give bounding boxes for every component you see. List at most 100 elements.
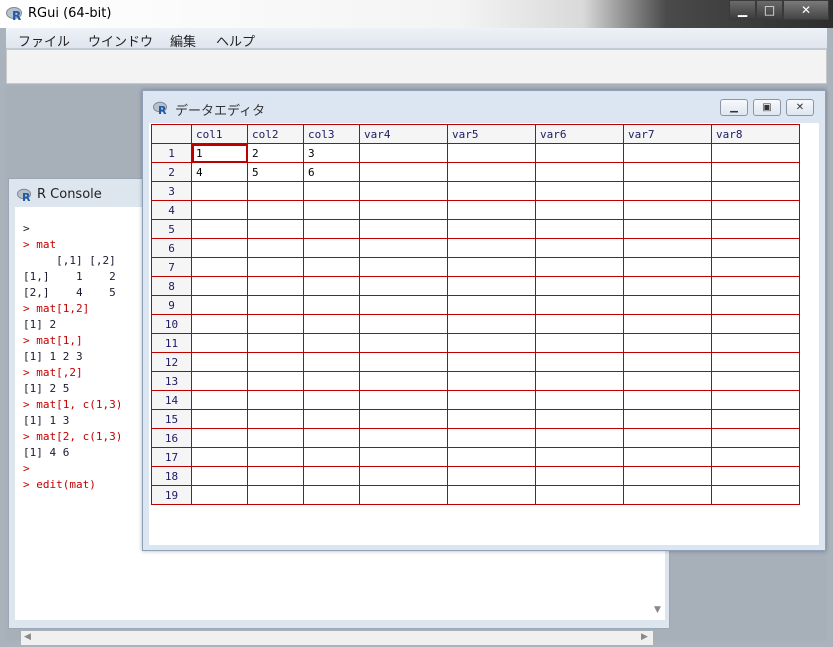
column-header[interactable]: var4 [359, 124, 448, 144]
grid-cell[interactable] [623, 219, 712, 239]
grid-cell[interactable] [191, 200, 248, 220]
row-number[interactable]: 1 [151, 143, 192, 163]
grid-cell[interactable] [359, 428, 448, 448]
grid-cell[interactable] [303, 409, 360, 429]
grid-cell[interactable] [447, 276, 536, 296]
column-header[interactable]: var7 [623, 124, 712, 144]
grid-cell[interactable] [247, 333, 304, 353]
grid-cell[interactable] [191, 409, 248, 429]
grid-cell[interactable] [247, 200, 304, 220]
grid-cell[interactable] [711, 409, 800, 429]
grid-cell[interactable] [535, 257, 624, 277]
grid-cell[interactable] [247, 371, 304, 391]
grid-cell[interactable] [711, 295, 800, 315]
column-header[interactable]: col1 [191, 124, 248, 144]
grid-cell[interactable] [447, 390, 536, 410]
grid-cell[interactable] [191, 295, 248, 315]
grid-cell[interactable] [447, 257, 536, 277]
grid-cell[interactable] [447, 295, 536, 315]
row-number[interactable]: 10 [151, 314, 192, 334]
row-number[interactable]: 4 [151, 200, 192, 220]
grid-cell[interactable] [247, 257, 304, 277]
menu-help[interactable]: ヘルプ [216, 31, 255, 50]
grid-cell[interactable]: 5 [247, 162, 304, 182]
grid-cell[interactable] [191, 181, 248, 201]
grid-cell[interactable] [623, 295, 712, 315]
grid-cell[interactable]: 3 [303, 143, 360, 163]
grid-cell[interactable] [447, 314, 536, 334]
grid-cell[interactable] [247, 466, 304, 486]
grid-cell[interactable] [303, 447, 360, 467]
grid-cell[interactable] [535, 238, 624, 258]
grid-cell[interactable] [359, 295, 448, 315]
grid-cell[interactable]: 2 [247, 143, 304, 163]
grid-cell[interactable] [535, 314, 624, 334]
grid-cell[interactable] [535, 371, 624, 391]
grid-cell[interactable] [247, 428, 304, 448]
grid-cell[interactable] [359, 276, 448, 296]
grid-cell[interactable] [623, 200, 712, 220]
grid-cell[interactable] [711, 162, 800, 182]
grid-cell[interactable] [191, 257, 248, 277]
grid-cell[interactable] [303, 219, 360, 239]
grid-cell[interactable] [359, 162, 448, 182]
grid-cell[interactable] [447, 162, 536, 182]
row-number[interactable]: 5 [151, 219, 192, 239]
grid-cell[interactable] [623, 352, 712, 372]
row-number[interactable]: 7 [151, 257, 192, 277]
menu-file[interactable]: ファイル [18, 31, 70, 50]
grid-cell[interactable] [623, 143, 712, 163]
grid-cell[interactable] [303, 333, 360, 353]
editor-restore-button[interactable]: ▣ [753, 99, 781, 116]
grid-cell[interactable] [359, 447, 448, 467]
grid-cell[interactable] [359, 371, 448, 391]
grid-cell[interactable] [191, 371, 248, 391]
scroll-down-icon[interactable]: ▼ [654, 605, 661, 615]
grid-cell[interactable] [359, 390, 448, 410]
grid-cell[interactable] [711, 314, 800, 334]
grid-cell[interactable] [303, 257, 360, 277]
grid-cell[interactable] [303, 314, 360, 334]
grid-cell[interactable] [247, 276, 304, 296]
row-number[interactable]: 11 [151, 333, 192, 353]
grid-cell[interactable]: 4 [191, 162, 248, 182]
grid-cell[interactable] [711, 447, 800, 467]
grid-cell[interactable] [535, 485, 624, 505]
column-header[interactable]: var5 [447, 124, 536, 144]
grid-cell[interactable] [247, 314, 304, 334]
grid-cell[interactable] [191, 333, 248, 353]
grid-cell[interactable] [359, 238, 448, 258]
grid-cell[interactable] [191, 276, 248, 296]
horizontal-scrollbar[interactable]: ◀ ▶ [21, 631, 653, 645]
grid-cell[interactable] [303, 295, 360, 315]
title-bar[interactable]: R RGui (64-bit) ▁ □ ✕ [0, 0, 833, 28]
grid-cell[interactable] [447, 466, 536, 486]
grid-cell[interactable] [359, 314, 448, 334]
grid-cell[interactable] [623, 447, 712, 467]
grid-cell[interactable] [447, 333, 536, 353]
grid-cell[interactable] [447, 219, 536, 239]
grid-cell[interactable] [623, 238, 712, 258]
grid-cell[interactable] [359, 352, 448, 372]
row-number[interactable]: 2 [151, 162, 192, 182]
grid-cell[interactable] [359, 181, 448, 201]
grid-cell[interactable] [303, 466, 360, 486]
grid-cell[interactable] [303, 200, 360, 220]
grid-cell[interactable] [359, 466, 448, 486]
grid-cell[interactable] [623, 257, 712, 277]
grid-cell[interactable] [711, 219, 800, 239]
grid-cell[interactable] [535, 219, 624, 239]
grid-cell[interactable] [711, 352, 800, 372]
grid-cell[interactable] [303, 428, 360, 448]
grid-cell[interactable] [191, 466, 248, 486]
grid-cell[interactable] [447, 238, 536, 258]
grid-cell[interactable] [535, 295, 624, 315]
grid-cell[interactable] [191, 428, 248, 448]
grid-cell[interactable] [191, 390, 248, 410]
grid-cell[interactable] [447, 200, 536, 220]
grid-cell[interactable] [191, 314, 248, 334]
grid-cell[interactable] [711, 428, 800, 448]
grid-cell[interactable] [623, 485, 712, 505]
grid-cell[interactable] [711, 466, 800, 486]
grid-cell[interactable]: 1 [191, 143, 248, 163]
